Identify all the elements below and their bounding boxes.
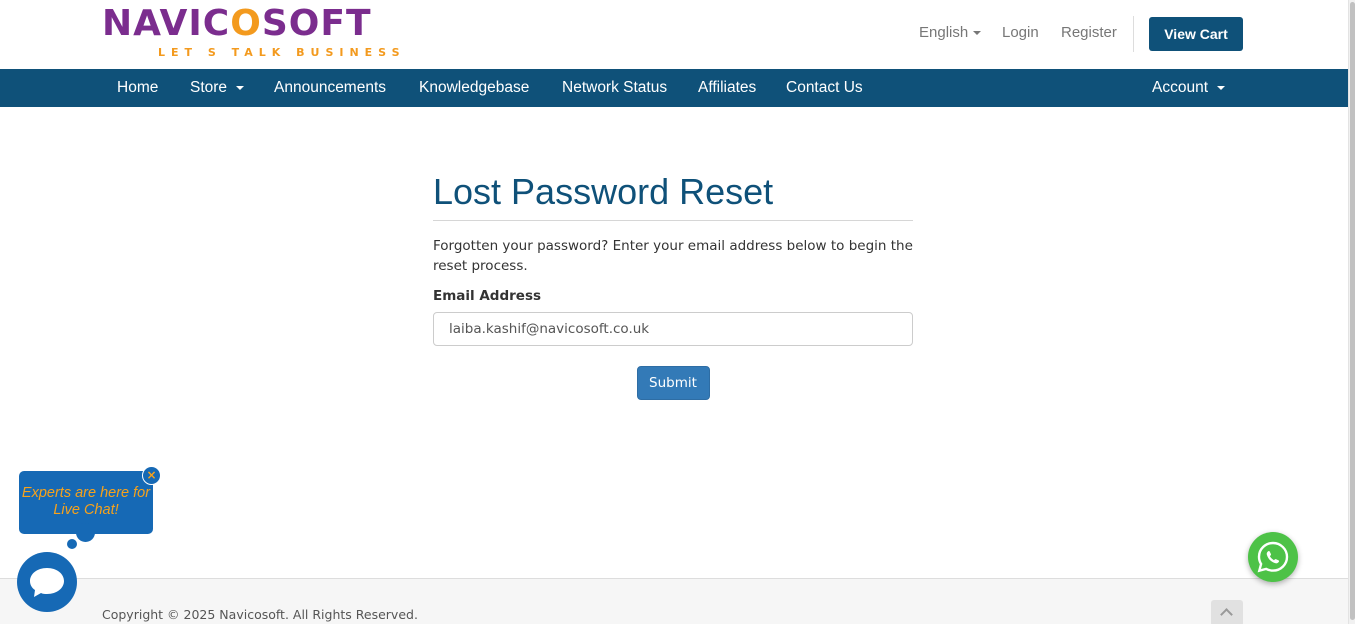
chat-bubble-tail-large [76,523,95,542]
live-chat-launcher[interactable] [17,552,77,612]
scrollbar-thumb[interactable] [1350,2,1355,620]
nav-contact-us[interactable]: Contact Us [786,69,863,107]
header: NAVICOSOFT LET S TALK BUSINESS English L… [0,0,1348,69]
whatsapp-button[interactable] [1248,532,1298,582]
nav-announcements[interactable]: Announcements [274,69,386,107]
language-dropdown[interactable]: English [919,24,982,41]
chat-bubble-icon [30,568,64,597]
close-icon: × [146,468,157,482]
copyright-text: Copyright © 2025 Navicosoft. All Rights … [102,607,418,622]
nav-store-label: Store [190,79,228,96]
caret-down-icon [236,85,245,90]
page-title: Lost Password Reset [433,170,913,221]
header-divider [1133,16,1134,52]
nav-home[interactable]: Home [117,69,158,107]
back-to-top-button[interactable] [1211,600,1243,624]
vertical-scrollbar[interactable] [1348,0,1355,624]
navicosoft-logo[interactable]: NAVICOSOFT LET S TALK BUSINESS [102,6,462,62]
footer: Copyright © 2025 Navicosoft. All Rights … [0,578,1348,624]
submit-button[interactable]: Submit [636,366,710,400]
nav-knowledgebase[interactable]: Knowledgebase [419,69,529,107]
register-link[interactable]: Register [1061,24,1117,41]
page: NAVICOSOFT LET S TALK BUSINESS English L… [0,0,1348,624]
chat-bubble-tail-small [67,539,77,549]
main-navbar: Home Store Announcements Knowledgebase N… [0,69,1348,107]
language-label: English [919,24,969,41]
login-link[interactable]: Login [1002,24,1039,41]
view-cart-button[interactable]: View Cart [1149,17,1243,51]
live-chat-close-button[interactable]: × [142,466,161,485]
nav-affiliates[interactable]: Affiliates [698,69,756,107]
submit-row: Submit [433,366,913,400]
email-label: Email Address [433,288,542,304]
whatsapp-icon [1257,541,1289,573]
live-chat-prompt-text: Experts are here for Live Chat! [21,485,151,518]
reset-instructions: Forgotten your password? Enter your emai… [433,238,913,274]
logo-tagline: LET S TALK BUSINESS [158,46,406,59]
email-field[interactable] [433,312,913,346]
nav-account[interactable]: Account [1152,69,1226,107]
password-reset-panel: Lost Password Reset Forgotten your passw… [433,160,913,400]
nav-store[interactable]: Store [190,69,245,107]
chevron-up-icon [1220,608,1233,621]
nav-network-status[interactable]: Network Status [562,69,667,107]
logo-wordmark: NAVICOSOFT [102,3,372,44]
caret-down-icon [1217,85,1226,90]
caret-down-icon [973,31,982,36]
nav-account-label: Account [1152,79,1209,96]
